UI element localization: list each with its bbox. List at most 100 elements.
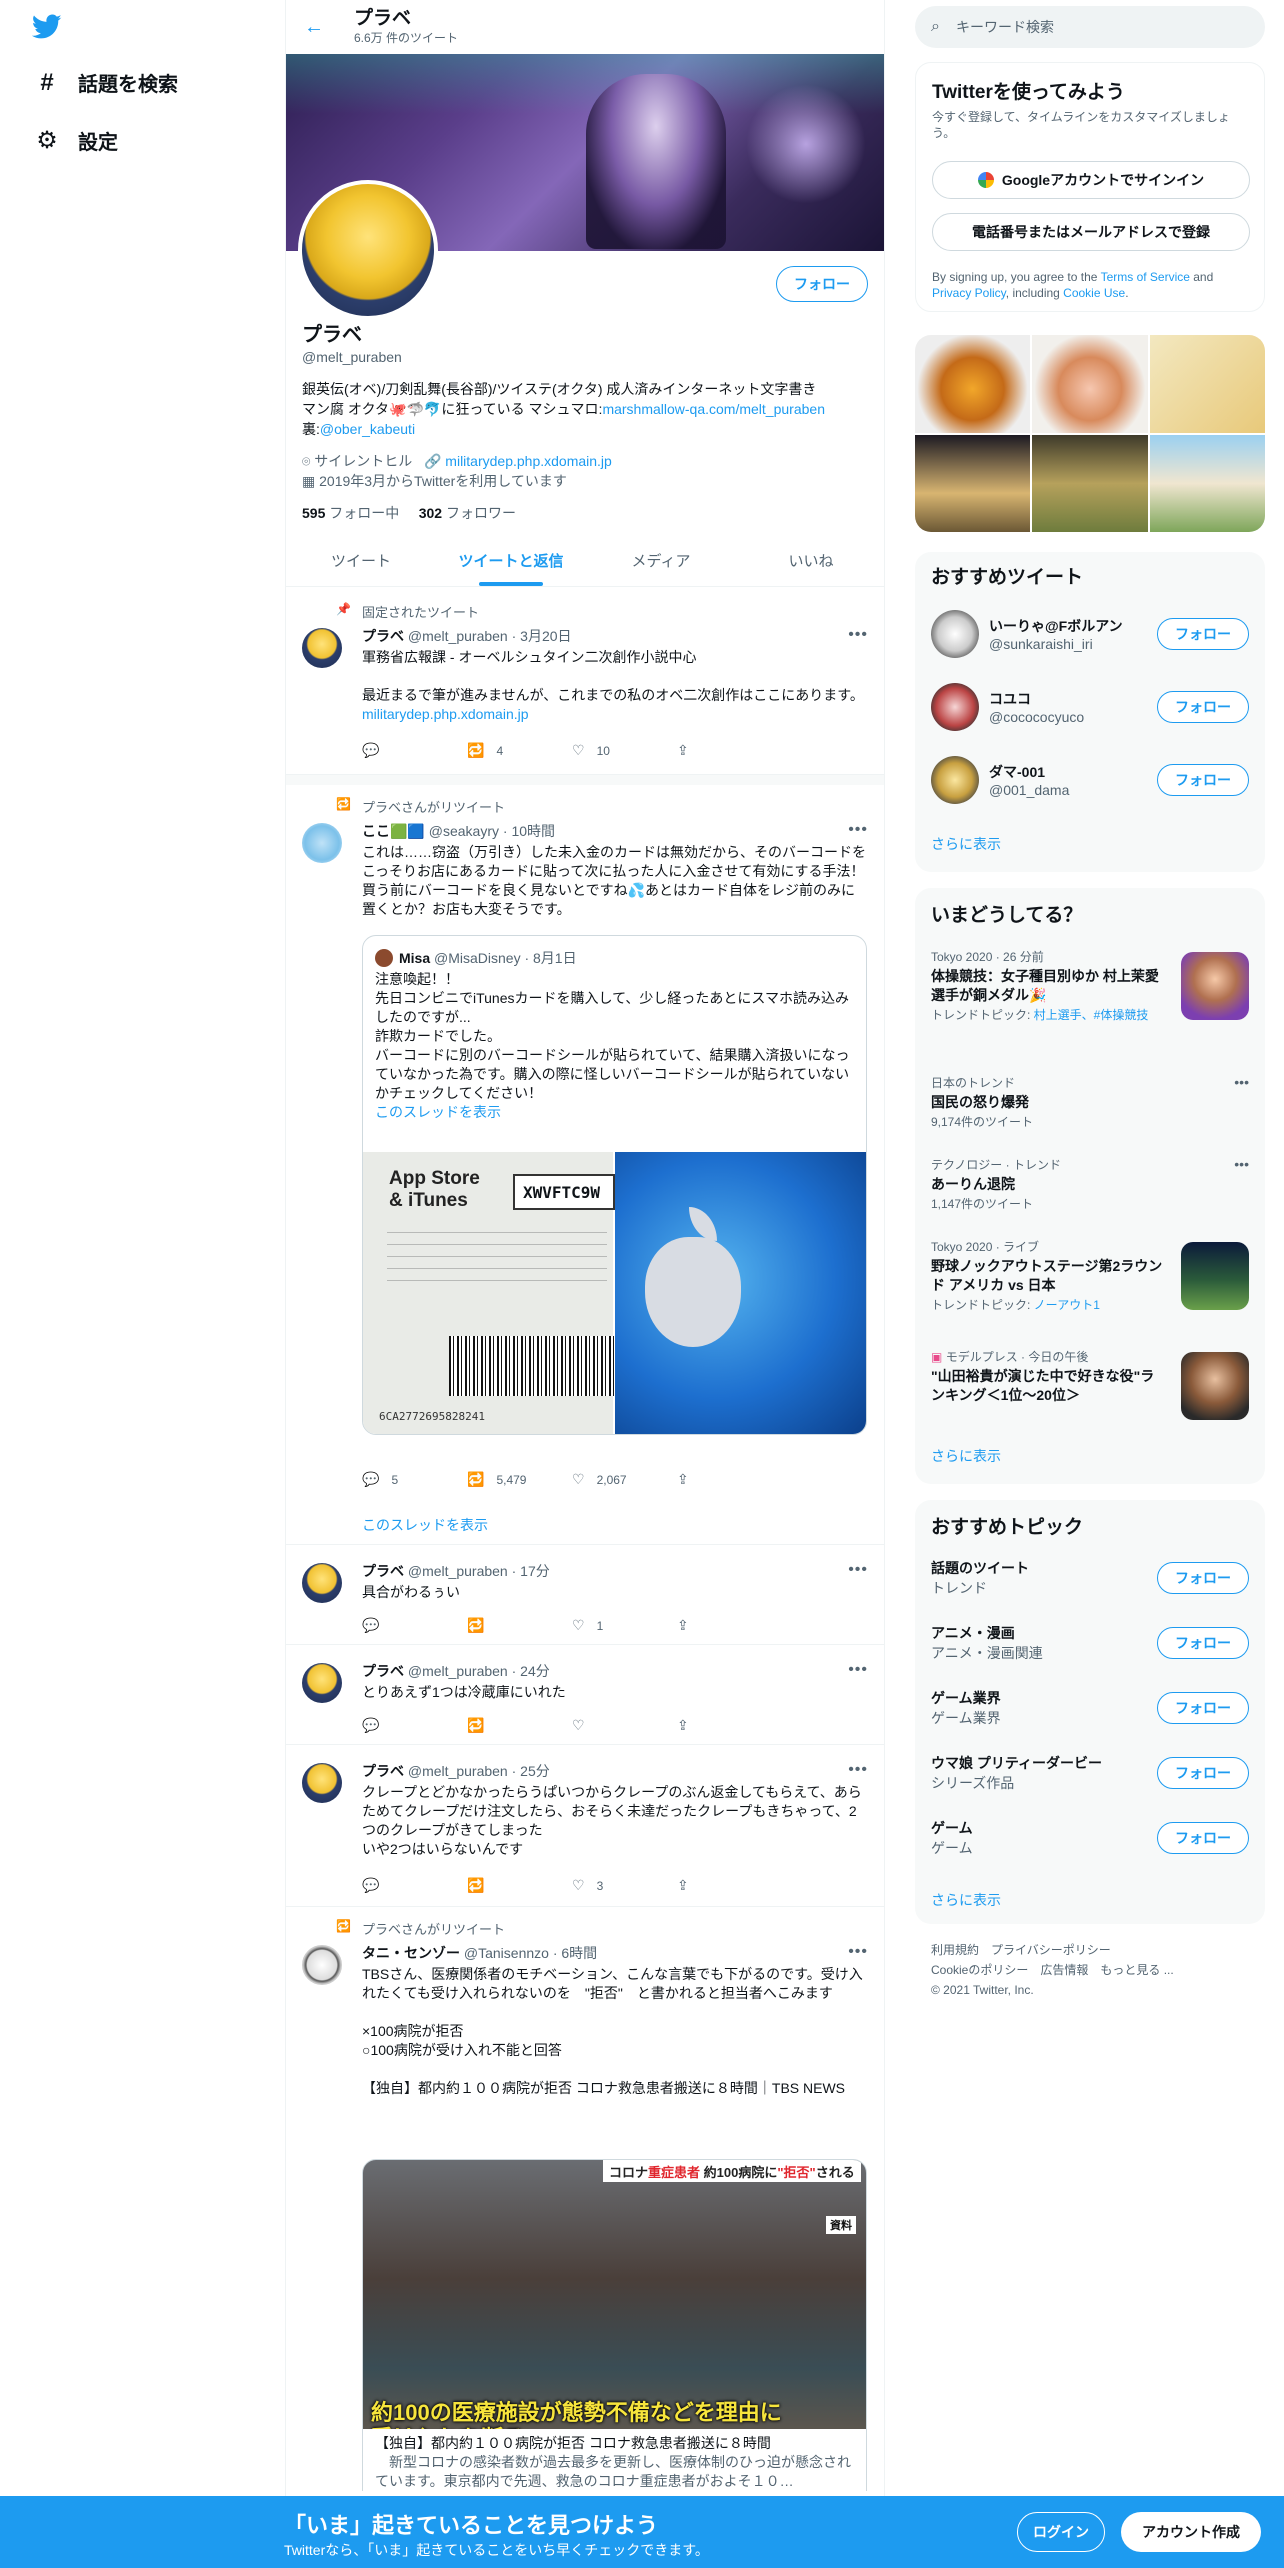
media-thumb[interactable] (915, 434, 1031, 532)
media-thumb[interactable] (1032, 335, 1148, 433)
bio-marshmallow-link[interactable]: marshmallow-qa.com/melt_puraben (602, 401, 825, 417)
follow-button[interactable]: フォロー (1157, 618, 1249, 650)
privacy-link[interactable]: Privacy Policy (932, 286, 1006, 300)
news-image[interactable]: コロナ重症患者 約100病院に"拒否"される 資料 約100の医療施設が態勢不備… (362, 2159, 867, 2459)
tweet[interactable]: プラベ @melt_puraben · 17分 ••• 具合がわるぅい 💬 🔁 … (286, 1545, 884, 1645)
follow-button[interactable]: フォロー (1157, 1757, 1249, 1789)
show-more-link[interactable]: さらに表示 (931, 1890, 1001, 1910)
share-button[interactable]: ⇪ (677, 1471, 782, 1488)
like-button[interactable]: ♡ 10 (572, 742, 677, 759)
follow-button[interactable]: フォロー (1157, 1562, 1249, 1594)
show-thread-link[interactable]: このスレッドを表示 (362, 1515, 488, 1535)
user-item[interactable]: ダマ-001 @001_dama フォロー (931, 752, 1249, 808)
reply-button[interactable]: 💬 (362, 1717, 467, 1734)
trend-item[interactable]: 日本のトレンド 国民の怒り爆発 9,174件のツイート ••• (931, 1074, 1249, 1130)
reply-button[interactable]: 💬 5 (362, 1471, 467, 1488)
trend-item[interactable]: ▣ モデルプレス · 今日の午後 "山田裕貴が演じた中で好きな役"ランキング＜1… (931, 1348, 1249, 1428)
tab-media[interactable]: メディア (586, 535, 736, 586)
quote-show-thread[interactable]: このスレッドを表示 (375, 1104, 501, 1120)
media-thumb[interactable] (1032, 434, 1148, 532)
tab-tweets[interactable]: ツイート (286, 535, 436, 586)
nav-explore[interactable]: # 話題を検索 (34, 68, 178, 97)
itunes-card-image[interactable]: App Store & iTunes XWVFTC9W 6CA277269582… (363, 1152, 615, 1434)
tweet[interactable]: プラベ @melt_puraben · 24分 ••• とりあえず1つは冷蔵庫に… (286, 1645, 884, 1745)
avatar[interactable] (302, 823, 342, 863)
follow-button[interactable]: フォロー (1157, 764, 1249, 796)
avatar[interactable] (302, 1945, 342, 1985)
show-more-link[interactable]: さらに表示 (931, 834, 1001, 854)
share-button[interactable]: ⇪ (677, 1717, 782, 1734)
reply-button[interactable]: 💬 (362, 1877, 467, 1894)
reply-button[interactable]: 💬 (362, 1617, 467, 1634)
link-card[interactable]: 【独自】都内約１００病院が拒否 コロナ救急患者搬送に８時間 新型コロナの感染者数… (362, 2429, 867, 2491)
user-item[interactable]: コユコ @cocococyuco フォロー (931, 679, 1249, 735)
back-arrow-icon[interactable]: ← (304, 16, 324, 39)
more-icon[interactable]: ••• (848, 821, 868, 839)
avatar[interactable] (302, 1663, 342, 1703)
more-icon[interactable]: ••• (1234, 1074, 1249, 1090)
media-thumb[interactable] (1149, 434, 1265, 532)
tweet[interactable]: プラベ @melt_puraben · 25分 ••• クレープとどかなかったら… (286, 1745, 884, 1907)
retweet-button[interactable]: 🔁 (467, 1877, 572, 1894)
following-link[interactable]: 595 フォロー中 (302, 505, 399, 521)
profile-url[interactable]: militarydep.php.xdomain.jp (445, 453, 612, 469)
like-button[interactable]: ♡ 1 (572, 1617, 677, 1634)
topic-item[interactable]: ゲーム業界 ゲーム業界 フォロー (931, 1684, 1249, 1732)
retweet-button[interactable]: 🔁 (467, 1617, 572, 1634)
like-button[interactable]: ♡ 3 (572, 1877, 677, 1894)
topic-item[interactable]: ウマ娘 プリティーダービー シリーズ作品 フォロー (931, 1749, 1249, 1797)
apple-card-image[interactable] (615, 1152, 866, 1434)
follow-button[interactable]: フォロー (1157, 1822, 1249, 1854)
footer-line[interactable]: Cookieのポリシー 広告情報 もっと見る ... (931, 1960, 1251, 1980)
more-icon[interactable]: ••• (848, 1561, 868, 1579)
footer-line[interactable]: 利用規約 プライバシーポリシー (931, 1940, 1251, 1960)
like-button[interactable]: ♡ 2,067 (572, 1471, 677, 1488)
trend-item[interactable]: テクノロジー · トレンド あーりん退院 1,147件のツイート ••• (931, 1156, 1249, 1212)
retweet-button[interactable]: 🔁 (467, 1717, 572, 1734)
like-button[interactable]: ♡ (572, 1717, 677, 1734)
more-icon[interactable]: ••• (1234, 1156, 1249, 1172)
follow-button[interactable]: フォロー (776, 266, 868, 302)
more-icon[interactable]: ••• (848, 1661, 868, 1679)
follow-button[interactable]: フォロー (1157, 1627, 1249, 1659)
login-button[interactable]: ログイン (1017, 2512, 1105, 2552)
media-thumb[interactable] (915, 335, 1031, 433)
search-input[interactable]: ⌕ キーワード検索 (915, 6, 1265, 48)
avatar[interactable] (302, 1563, 342, 1603)
user-item[interactable]: いーりゃ@Fボルアン @sunkaraishi_iri フォロー (931, 606, 1249, 662)
tweet-link[interactable]: militarydep.php.xdomain.jp (362, 706, 529, 722)
more-icon[interactable]: ••• (848, 1761, 868, 1779)
tweet-pinned[interactable]: 📌 固定されたツイート プラベ @melt_puraben · 3月20日 ••… (286, 590, 884, 775)
tab-tweets-replies[interactable]: ツイートと返信 (436, 535, 586, 586)
tweet-retweet[interactable]: 🔁 プラベさんがリツイート タニ・センゾー @Tanisennzo · 6時間 … (286, 1907, 884, 2568)
reply-button[interactable]: 💬 (362, 742, 467, 759)
follow-button[interactable]: フォロー (1157, 691, 1249, 723)
trend-item[interactable]: Tokyo 2020 · 26 分前 体操競技：女子種目別ゆか 村上茉愛選手が銅… (931, 948, 1249, 1028)
share-button[interactable]: ⇪ (677, 1617, 782, 1634)
quoted-tweet[interactable]: Misa @MisaDisney · 8月1日 注意喚起！！ 先日コンビニでiT… (362, 935, 867, 1435)
nav-settings[interactable]: ⚙ 設定 (34, 126, 118, 155)
more-icon[interactable]: ••• (848, 626, 868, 644)
media-thumb[interactable] (1149, 335, 1265, 433)
follow-button[interactable]: フォロー (1157, 1692, 1249, 1724)
create-account-button[interactable]: アカウント作成 (1121, 2512, 1261, 2552)
avatar[interactable] (302, 628, 342, 668)
bio-mention-link[interactable]: @ober_kabeuti (320, 421, 415, 437)
show-more-link[interactable]: さらに表示 (931, 1446, 1001, 1466)
retweet-button[interactable]: 🔁 4 (467, 742, 572, 759)
profile-avatar[interactable] (298, 180, 438, 320)
topic-item[interactable]: 話題のツイート トレンド フォロー (931, 1554, 1249, 1602)
topic-item[interactable]: ゲーム ゲーム フォロー (931, 1814, 1249, 1862)
twitter-logo-icon[interactable] (32, 14, 62, 40)
phone-signup-button[interactable]: 電話番号またはメールアドレスで登録 (932, 213, 1250, 251)
trend-item[interactable]: Tokyo 2020 · ライブ 野球ノックアウトステージ第2ラウンド アメリカ… (931, 1238, 1249, 1318)
tweet-retweet[interactable]: 🔁 プラベさんがリツイート ここ🟩🟦 @seakayry · 10時間 ••• … (286, 785, 884, 1545)
topic-item[interactable]: アニメ・漫画 アニメ・漫画関連 フォロー (931, 1619, 1249, 1667)
followers-link[interactable]: 302 フォロワー (419, 505, 516, 521)
tos-link[interactable]: Terms of Service (1101, 270, 1190, 284)
share-button[interactable]: ⇪ (677, 742, 782, 759)
retweet-button[interactable]: 🔁 5,479 (467, 1471, 572, 1488)
avatar[interactable] (302, 1763, 342, 1803)
google-signin-button[interactable]: Googleアカウントでサインイン (932, 161, 1250, 199)
tab-likes[interactable]: いいね (736, 535, 884, 586)
